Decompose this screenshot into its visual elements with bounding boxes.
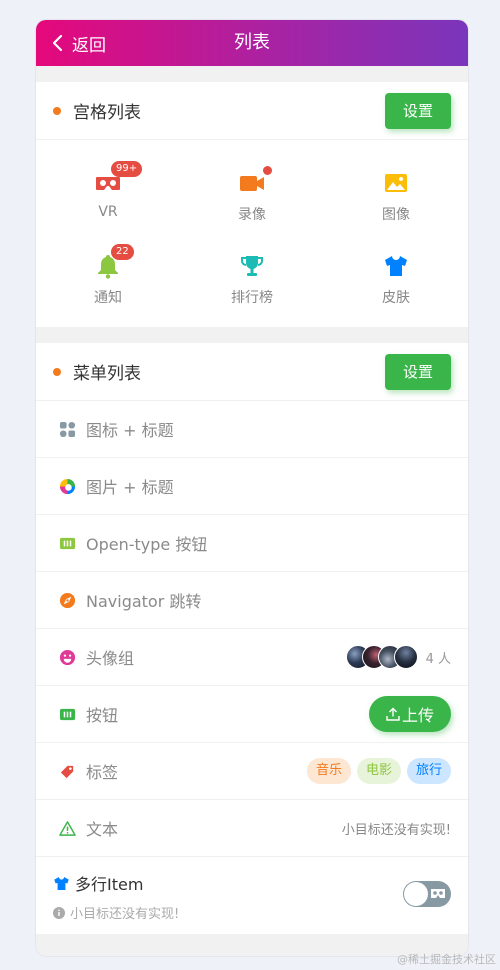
grid-item-vr[interactable]: 99+ VR [36, 156, 180, 239]
upload-label: 上传 [401, 706, 434, 725]
navbar: 返回 列表 [36, 20, 468, 66]
grid-item-video[interactable]: 录像 [180, 156, 324, 239]
grid-item-label: 通知 [94, 290, 122, 306]
tag-icon [60, 765, 73, 778]
menu-row-icon-title[interactable]: 图标 + 标题 [36, 401, 468, 458]
menu-row-label: 标签 [86, 763, 119, 782]
phone-frame: 返回 列表 宫格列表 设置 99+ VR 录像 图像 22 通知 排行榜 皮肤 … [36, 20, 468, 956]
vr-icon [431, 889, 445, 898]
trophy-icon [241, 256, 263, 276]
shirt-icon [54, 876, 69, 890]
shirt-icon [385, 256, 407, 276]
menu-row-tags: 标签 音乐 电影 旅行 [36, 743, 468, 800]
switch-knob [404, 882, 428, 906]
icon-grid: 99+ VR 录像 图像 22 通知 排行榜 皮肤 [36, 140, 468, 322]
menu-row-button: 按钮 上传 [36, 686, 468, 743]
grid-card: 宫格列表 设置 99+ VR 录像 图像 22 通知 排行榜 皮肤 [36, 82, 468, 327]
watermark: @稀土掘金技术社区 [397, 953, 496, 966]
video-camera-icon [240, 176, 264, 191]
menu-row-label: Navigator 跳转 [86, 592, 202, 611]
info-icon [53, 906, 65, 919]
grid-item-label: 录像 [238, 207, 266, 223]
menu-row-label: 图标 + 标题 [86, 421, 174, 440]
grid-item-notice[interactable]: 22 通知 [36, 239, 180, 322]
menu-row-label: Open-type 按钮 [86, 535, 208, 554]
grid-card-header: 宫格列表 设置 [36, 82, 468, 140]
grid-settings-button[interactable]: 设置 [385, 92, 451, 129]
tag-travel[interactable]: 旅行 [406, 758, 451, 784]
title-dot-icon [53, 367, 61, 376]
menu-row-label: 文本 [86, 820, 119, 839]
tag-music[interactable]: 音乐 [306, 758, 351, 784]
chevron-left-icon [52, 34, 63, 52]
menu-settings-button[interactable]: 设置 [385, 353, 451, 390]
button-icon [59, 708, 75, 720]
grid-item-label: 排行榜 [231, 290, 273, 306]
grid-icon [59, 421, 75, 437]
menu-row-label: 图片 + 标题 [86, 478, 174, 497]
menu-row-image-title[interactable]: 图片 + 标题 [36, 458, 468, 515]
multi-title: 多行Item [75, 875, 144, 894]
grid-item-label: VR [98, 204, 118, 220]
upload-icon [386, 707, 400, 721]
picture-icon [385, 174, 407, 192]
colorful-logo-icon [59, 478, 75, 494]
menu-card: 菜单列表 设置 图标 + 标题 图片 + 标题 Open-type 按钮 Nav… [36, 343, 468, 934]
menu-row-label: 头像组 [86, 649, 135, 668]
multi-switch-toggle[interactable] [403, 881, 451, 907]
menu-card-title: 菜单列表 [73, 364, 141, 384]
title-dot-icon [53, 106, 61, 115]
discover-icon [59, 592, 75, 608]
warning-icon [58, 820, 76, 836]
menu-row-text[interactable]: 文本 小目标还没有实现! [36, 800, 468, 857]
menu-row-label: 按钮 [86, 706, 119, 725]
back-button[interactable]: 返回 [50, 20, 106, 66]
avatar-group [345, 645, 418, 669]
avatar-count: 4 人 [425, 651, 451, 667]
avatar [393, 645, 418, 669]
menu-row-multiline: 多行Item 小目标还没有实现! [36, 857, 468, 934]
grid-item-ranking[interactable]: 排行榜 [180, 239, 324, 322]
vr-badge: 99+ [111, 161, 143, 177]
button-icon [59, 537, 75, 549]
upload-button[interactable]: 上传 [369, 696, 451, 732]
grid-item-skin[interactable]: 皮肤 [324, 239, 468, 322]
video-badge-dot [263, 166, 272, 175]
emoji-icon [59, 649, 75, 665]
tag-movie[interactable]: 电影 [356, 758, 401, 784]
grid-card-title: 宫格列表 [73, 103, 141, 123]
menu-row-text-value: 小目标还没有实现! [341, 822, 451, 838]
menu-row-open-type[interactable]: Open-type 按钮 [36, 515, 468, 572]
grid-item-label: 皮肤 [382, 290, 410, 306]
menu-card-header: 菜单列表 设置 [36, 343, 468, 401]
notice-badge: 22 [111, 244, 134, 260]
grid-item-label: 图像 [382, 207, 410, 223]
multi-subtitle: 小目标还没有实现! [70, 907, 180, 922]
grid-item-picture[interactable]: 图像 [324, 156, 468, 239]
menu-row-navigator[interactable]: Navigator 跳转 [36, 572, 468, 629]
menu-row-avatar-group[interactable]: 头像组 4 人 [36, 629, 468, 686]
back-label: 返回 [72, 35, 106, 56]
